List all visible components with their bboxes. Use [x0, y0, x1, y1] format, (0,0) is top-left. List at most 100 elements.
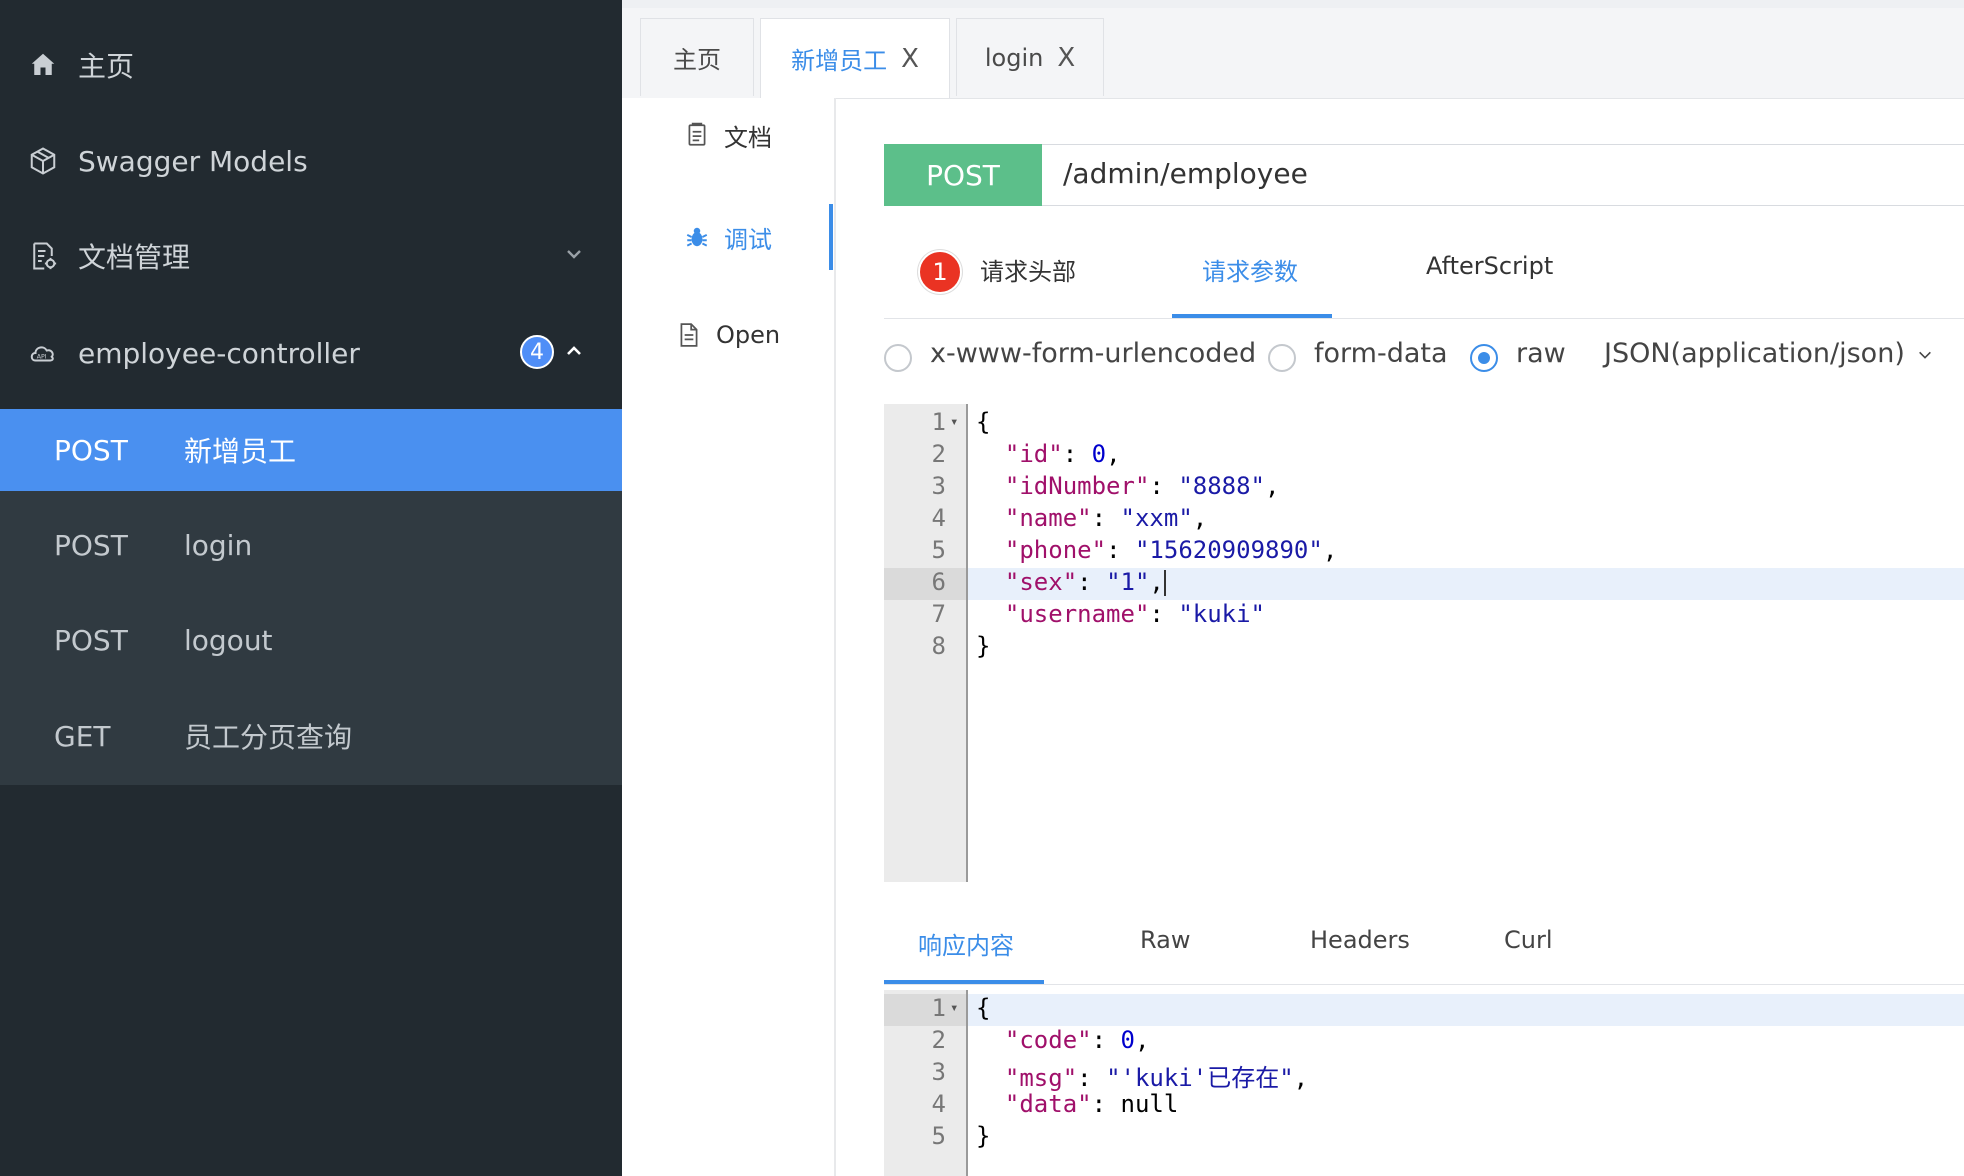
sidebar-item-doc-management[interactable]: 文档管理	[0, 208, 622, 304]
json-colon: :	[1091, 1026, 1121, 1054]
radio-formdata[interactable]	[1268, 344, 1296, 372]
sidebar-item-label: employee-controller	[78, 336, 360, 370]
endpoint-method: GET	[54, 719, 111, 753]
tab-request-params[interactable]: 请求参数	[1202, 252, 1298, 287]
radio-label: x-www-form-urlencoded	[930, 338, 1257, 369]
code-line: }	[976, 1122, 990, 1150]
line-number: 8	[931, 632, 946, 660]
count-badge: 4	[520, 335, 554, 369]
endpoint-method: POST	[54, 623, 128, 657]
code-line: "idNumber": "8888",	[976, 472, 1280, 500]
code-line: "phone": "15620909890",	[976, 536, 1337, 564]
url-input[interactable]: /admin/employee	[1063, 157, 1308, 190]
code-line: "code": 0,	[976, 1026, 1150, 1054]
radio-raw[interactable]	[1470, 344, 1498, 372]
close-icon[interactable]: X	[1057, 43, 1075, 73]
json-key: "id"	[1004, 440, 1063, 468]
request-tabs: 1 请求头部 请求参数 AfterScript	[884, 236, 1964, 319]
main-panel: 主页 新增员工 X login X 文档 调试 Open POST /admin…	[622, 0, 1964, 1176]
tab-response-content[interactable]: 响应内容	[918, 926, 1014, 961]
chevron-down-icon[interactable]	[562, 242, 586, 266]
code-line: "data": null	[976, 1090, 1178, 1118]
endpoint-login[interactable]: POST login	[0, 504, 622, 586]
json-colon: :	[1149, 472, 1179, 500]
radio-urlencoded[interactable]	[884, 344, 912, 372]
sidebar-item-label: 文档管理	[78, 241, 191, 274]
json-colon: :	[1149, 600, 1179, 628]
radio-label: raw	[1516, 338, 1566, 369]
line-number: 3	[931, 1058, 946, 1086]
tab-label: 新增员工	[791, 47, 888, 75]
json-colon: :	[1077, 1064, 1107, 1092]
radio-label: form-data	[1314, 338, 1448, 369]
json-colon: :	[1091, 504, 1121, 532]
json-value: "kuki"	[1178, 600, 1266, 628]
method-button[interactable]: POST	[884, 144, 1042, 206]
sidebar-item-home[interactable]: 主页	[0, 17, 622, 113]
tab-home[interactable]: 主页	[640, 18, 754, 96]
sidebar-item-label: 主页	[78, 50, 135, 83]
json-key: "phone"	[1004, 536, 1107, 564]
tab-response-curl[interactable]: Curl	[1504, 926, 1553, 954]
code-brace: {	[976, 994, 991, 1022]
endpoint-logout[interactable]: POST logout	[0, 599, 622, 681]
tab-response-headers[interactable]: Headers	[1310, 926, 1410, 954]
json-key: "code"	[1004, 1026, 1092, 1054]
sidebar-item-employee-controller[interactable]: API employee-controller 4	[0, 305, 622, 401]
endpoint-employee-page-query[interactable]: GET 员工分页查询	[0, 695, 622, 777]
nav-label: 文档	[724, 123, 772, 152]
code-brace: }	[976, 632, 991, 660]
request-body-editor[interactable]: 1 ▾ {2 "id": 0, 3 "idNumber": "8888", 4 "nam…	[884, 404, 1964, 882]
line-number: 2	[931, 440, 946, 468]
endpoint-name: login	[184, 528, 253, 562]
json-comma: ,	[1149, 568, 1164, 596]
json-comma: ,	[1322, 536, 1338, 564]
cloud-api-icon: API	[28, 338, 58, 368]
json-colon: :	[1106, 536, 1135, 564]
endpoint-add-employee[interactable]: POST 新增员工	[0, 409, 622, 491]
nav-docs[interactable]: 文档	[622, 100, 834, 170]
tab-login[interactable]: login X	[956, 18, 1104, 96]
tab-add-employee[interactable]: 新增员工 X	[760, 18, 950, 98]
tab-response-raw[interactable]: Raw	[1140, 926, 1190, 954]
json-value: "8888"	[1178, 472, 1266, 500]
cube-icon	[28, 146, 58, 176]
nav-debug[interactable]: 调试	[622, 202, 834, 272]
fold-toggle-icon[interactable]: ▾	[950, 414, 958, 430]
line-number: 4	[931, 504, 946, 532]
chevron-up-icon[interactable]	[562, 339, 586, 363]
endpoint-method: POST	[54, 528, 128, 562]
nav-open[interactable]: Open	[622, 300, 834, 370]
content-type-select[interactable]: JSON(application/json)	[1604, 338, 1933, 369]
response-body-editor[interactable]: 1 ▾ {2 "code": 0, 3 "msg": "'kuki'已存在", 4 "d…	[884, 990, 1964, 1176]
content-type-label: JSON(application/json)	[1604, 338, 1905, 369]
json-value: "15620909890"	[1134, 536, 1323, 564]
code-line: }	[976, 632, 990, 660]
code-line: "username": "kuki"	[976, 600, 1265, 628]
code-line: {	[976, 994, 990, 1022]
code-line: "id": 0,	[976, 440, 1121, 468]
json-comma: ,	[1106, 440, 1121, 468]
home-icon	[28, 50, 58, 80]
json-value: "1"	[1106, 568, 1150, 596]
json-key: "sex"	[1004, 568, 1078, 596]
tab-afterscript[interactable]: AfterScript	[1426, 252, 1553, 280]
endpoint-name: 新增员工	[184, 435, 297, 468]
json-colon: :	[1077, 568, 1107, 596]
tab-active-underline	[1172, 314, 1332, 318]
doc-left-nav: 文档 调试 Open	[622, 98, 836, 1176]
line-number: 1	[931, 408, 946, 436]
json-value: 0	[1120, 1026, 1135, 1054]
code-brace: }	[976, 1122, 991, 1150]
tab-request-headers[interactable]: 请求头部	[980, 252, 1076, 287]
svg-text:API: API	[37, 354, 47, 361]
close-icon[interactable]: X	[901, 44, 919, 74]
json-value: "'kuki'已存在"	[1106, 1064, 1294, 1092]
line-number: 1	[931, 994, 946, 1022]
endpoint-list: POST login POST logout GET 员工分页查询	[0, 491, 622, 785]
json-key: "data"	[1004, 1090, 1092, 1118]
sidebar-item-swagger-models[interactable]: Swagger Models	[0, 113, 622, 209]
fold-toggle-icon[interactable]: ▾	[950, 1000, 958, 1016]
sidebar-item-label: Swagger Models	[78, 144, 308, 178]
sidebar: 主页 Swagger Models 文档管理 API employee-cont…	[0, 0, 622, 1176]
